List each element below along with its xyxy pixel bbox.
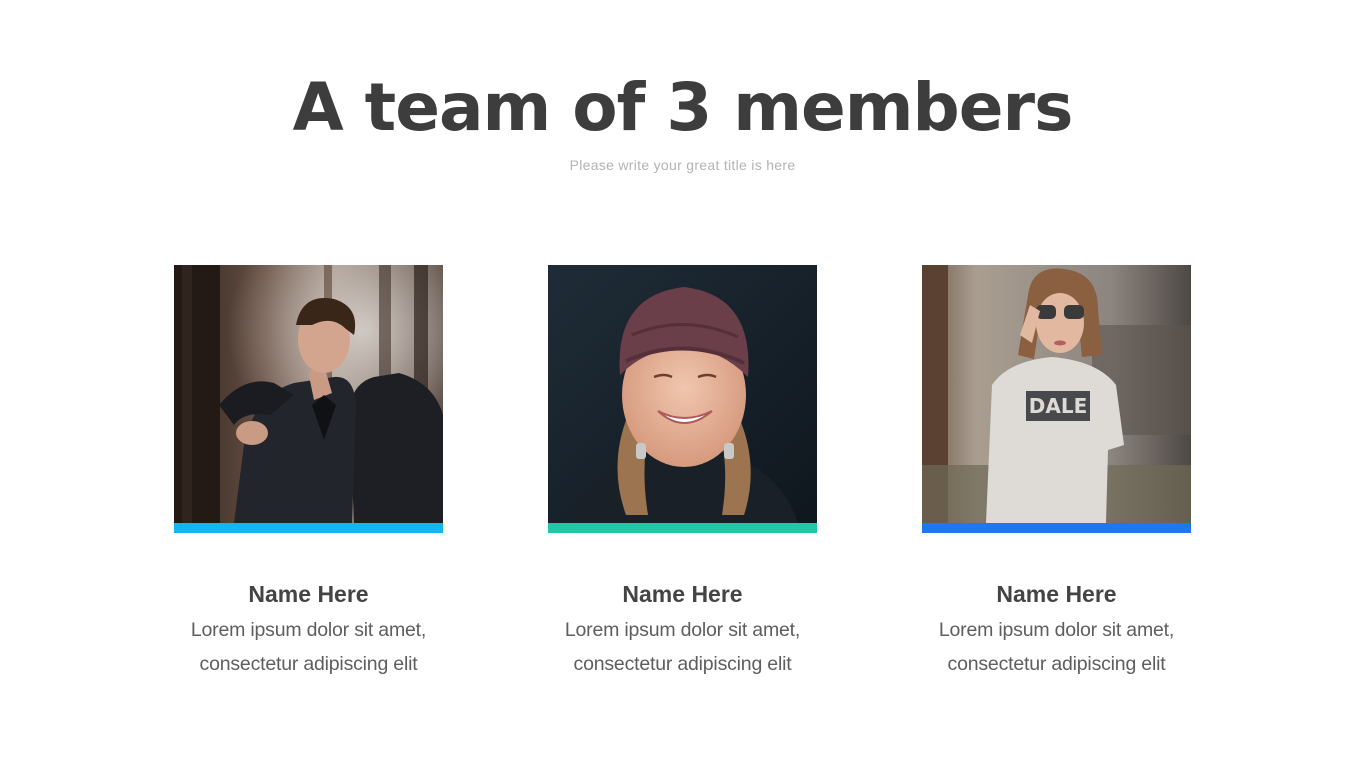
member-description-line-2: consectetur adipiscing elit	[573, 653, 792, 675]
member-description-line-2: consectetur adipiscing elit	[199, 653, 418, 675]
member-description: Lorem ipsum dolor sit amet, consectetur …	[922, 613, 1191, 681]
accent-bar-1	[174, 523, 443, 533]
member-photo-3: DALE	[922, 265, 1191, 523]
member-name: Name Here	[996, 581, 1117, 607]
member-description-line-2: consectetur adipiscing elit	[947, 653, 1166, 675]
man-portrait-photo	[174, 265, 443, 523]
accent-bar-2	[548, 523, 817, 533]
member-photo-2	[548, 265, 817, 523]
team-member-card-3: DALE Name Here Lorem ipsum dolor sit ame…	[922, 265, 1191, 681]
slide-subtitle: Please write your great title is here	[569, 157, 796, 173]
member-photo-1	[174, 265, 443, 523]
member-name: Name Here	[622, 581, 743, 607]
member-name: Name Here	[248, 581, 369, 607]
woman-sunglasses-portrait-photo: DALE	[922, 265, 1191, 523]
team-member-card-2: Name Here Lorem ipsum dolor sit amet, co…	[548, 265, 817, 681]
team-member-card-1: Name Here Lorem ipsum dolor sit amet, co…	[174, 265, 443, 681]
member-description-line-1: Lorem ipsum dolor sit amet,	[190, 619, 427, 641]
slide-title: A team of 3 members	[292, 69, 1074, 146]
member-description-line-1: Lorem ipsum dolor sit amet,	[938, 619, 1175, 641]
accent-bar-3	[922, 523, 1191, 533]
girl-beanie-portrait-photo	[548, 265, 817, 523]
svg-text:DALE: DALE	[1029, 394, 1088, 418]
member-description: Lorem ipsum dolor sit amet, consectetur …	[548, 613, 817, 681]
member-description-line-1: Lorem ipsum dolor sit amet,	[564, 619, 801, 641]
member-description: Lorem ipsum dolor sit amet, consectetur …	[174, 613, 443, 681]
